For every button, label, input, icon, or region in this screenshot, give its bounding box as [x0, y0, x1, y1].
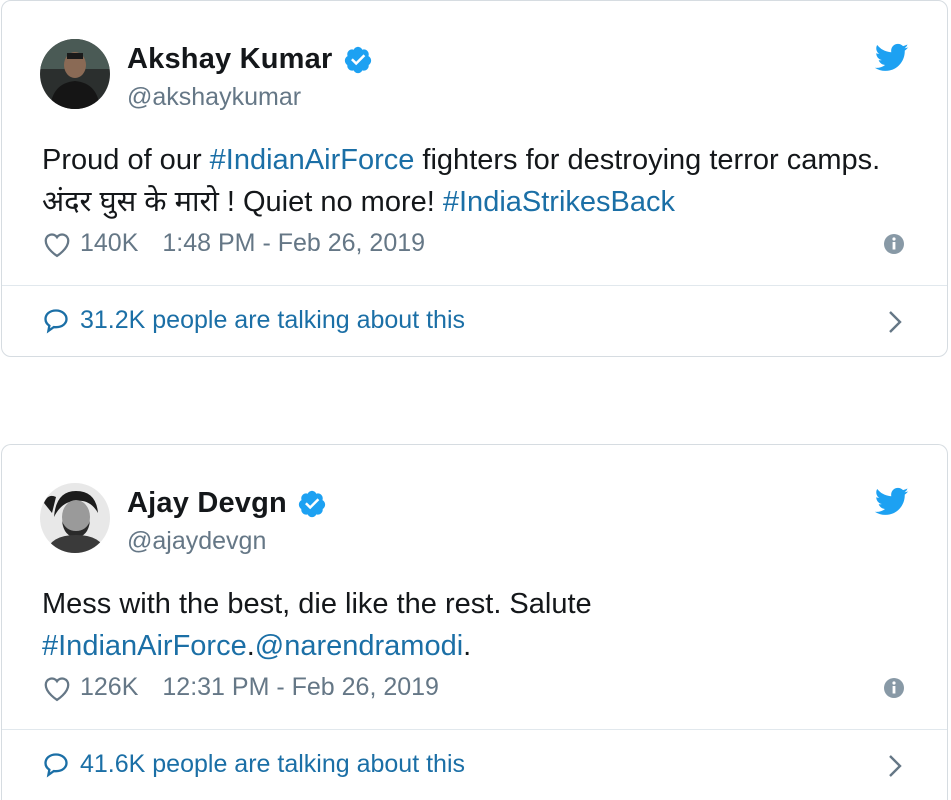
tweet-timestamp[interactable]: 1:48 PM - Feb 26, 2019: [162, 229, 425, 258]
hashtag-link[interactable]: #IndianAirForce: [210, 144, 415, 176]
tweet-text-segment: .: [246, 630, 255, 662]
avatar-photo-icon: [40, 483, 110, 553]
author-name[interactable]: Ajay Devgn: [127, 487, 287, 520]
verified-badge-icon: [344, 46, 371, 73]
tweet-card[interactable]: Akshay Kumar @akshaykumar Proud of our #…: [1, 0, 948, 357]
chevron-right-icon[interactable]: [887, 308, 903, 336]
tweet-text-segment: .: [463, 630, 472, 662]
twitter-bird-icon[interactable]: [875, 487, 909, 517]
like-count[interactable]: 140K: [80, 229, 138, 258]
hashtag-link[interactable]: #IndiaStrikesBack: [443, 186, 675, 218]
reply-bubble-icon: [44, 752, 68, 778]
tweet-meta: 126K 12:31 PM - Feb 26, 2019: [42, 673, 439, 702]
info-icon[interactable]: [883, 233, 905, 255]
heart-icon[interactable]: [42, 230, 72, 258]
conversation-link[interactable]: 41.6K people are talking about this: [42, 750, 465, 779]
author-handle[interactable]: @ajaydevgn: [127, 527, 266, 556]
author-name[interactable]: Akshay Kumar: [127, 43, 333, 76]
tweet-meta: 140K 1:48 PM - Feb 26, 2019: [42, 229, 425, 258]
tweet-text-segment: Proud of our: [42, 144, 210, 176]
divider: [2, 285, 947, 286]
tweet-timestamp[interactable]: 12:31 PM - Feb 26, 2019: [162, 673, 439, 702]
hashtag-link[interactable]: #IndianAirForce: [42, 630, 247, 662]
avatar[interactable]: [40, 39, 110, 109]
avatar-photo-icon: [40, 39, 110, 109]
chevron-right-icon[interactable]: [887, 752, 903, 780]
tweet-text: Proud of our #IndianAirForce fighters fo…: [42, 139, 902, 223]
author-handle[interactable]: @akshaykumar: [127, 83, 301, 112]
tweet-text: Mess with the best, die like the rest. S…: [42, 583, 902, 667]
heart-icon[interactable]: [42, 674, 72, 702]
like-count[interactable]: 126K: [80, 673, 138, 702]
avatar[interactable]: [40, 483, 110, 553]
mention-link[interactable]: @narendramodi: [255, 630, 463, 662]
talking-count[interactable]: 31.2K people are talking about this: [80, 306, 465, 335]
info-icon[interactable]: [883, 677, 905, 699]
verified-badge-icon: [298, 490, 326, 517]
conversation-link[interactable]: 31.2K people are talking about this: [42, 306, 465, 335]
divider: [2, 729, 947, 730]
talking-count[interactable]: 41.6K people are talking about this: [80, 750, 465, 779]
tweet-card[interactable]: Ajay Devgn @ajaydevgn Mess with the best…: [1, 444, 948, 800]
twitter-bird-icon[interactable]: [875, 43, 909, 73]
reply-bubble-icon: [44, 308, 68, 334]
tweet-text-segment: Mess with the best, die like the rest. S…: [42, 588, 592, 620]
